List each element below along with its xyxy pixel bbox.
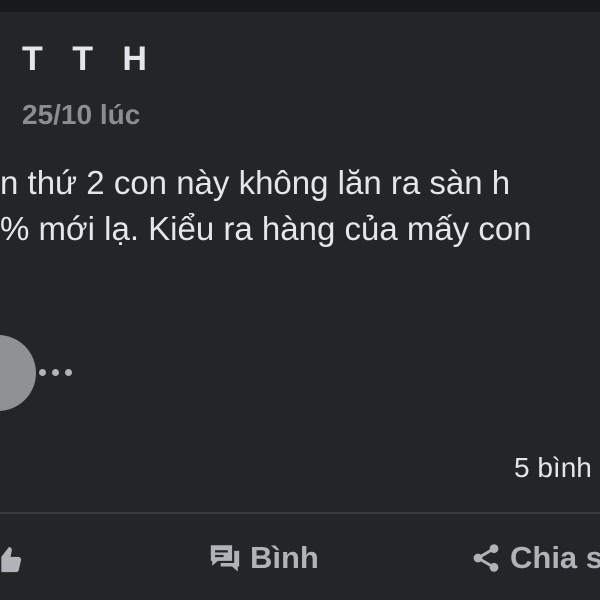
post-body: n thứ 2 con này không lăn ra sàn h % mới… <box>0 160 532 252</box>
more-dot <box>65 369 72 376</box>
more-dot <box>39 369 46 376</box>
avatar[interactable] <box>0 335 36 411</box>
share-icon <box>470 542 502 574</box>
like-button[interactable] <box>0 530 24 586</box>
share-button[interactable]: Chia s <box>470 530 600 586</box>
post-text-line: % mới lạ. Kiểu ra hàng của mấy con <box>0 210 532 247</box>
comment-button-label: Bình <box>250 540 319 575</box>
top-strip <box>0 0 600 12</box>
comment-button[interactable]: Bình <box>208 530 319 586</box>
like-icon <box>0 541 24 575</box>
more-dot <box>52 369 59 376</box>
divider <box>0 512 600 514</box>
more-options-button[interactable] <box>36 358 76 386</box>
post-timestamp[interactable]: 25/10 lúc <box>22 99 140 131</box>
post-screen: T T H 25/10 lúc n thứ 2 con này không lă… <box>0 0 600 600</box>
share-button-label: Chia s <box>510 540 600 575</box>
author-name[interactable]: T T H <box>22 40 157 79</box>
comment-icon <box>208 542 242 574</box>
post-text-line: n thứ 2 con này không lăn ra sàn h <box>0 164 511 201</box>
comment-count[interactable]: 5 bình <box>514 452 592 484</box>
